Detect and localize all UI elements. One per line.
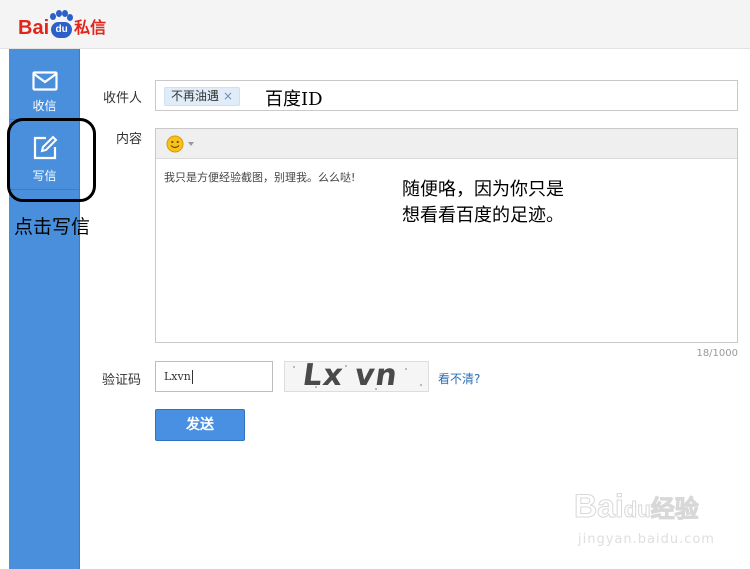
recipient-tag[interactable]: 不再油遇 × xyxy=(164,87,241,106)
logo-product-name: 私信 xyxy=(74,18,107,37)
envelope-icon xyxy=(32,71,58,91)
logo-du-text: du xyxy=(51,22,73,38)
captcha-input-value: Lxvn xyxy=(164,370,191,383)
logo-bai-text: Bai xyxy=(18,17,50,39)
content-editor[interactable]: 我只是方便经验截图，别理我。么么哒! xyxy=(155,128,738,343)
remove-recipient-icon[interactable]: × xyxy=(223,89,233,103)
sidebar-item-inbox[interactable]: 收信 xyxy=(9,49,80,119)
baidu-message-compose-page: Bai du 私信 收信 写信 点击写信 收件人 不再油遇 × 百度ID 内容 … xyxy=(0,0,750,569)
text-cursor xyxy=(191,370,193,384)
captcha-image-text: Lx vn xyxy=(300,361,401,392)
watermark-url: jingyan.baidu.com xyxy=(578,532,715,547)
watermark-du: du xyxy=(623,497,651,523)
emoji-picker-button[interactable] xyxy=(166,135,202,153)
annotation-body-line: 想看看百度的足迹。 xyxy=(402,205,564,226)
content-label: 内容 xyxy=(116,132,143,147)
baidu-sixin-logo[interactable]: Bai du 私信 xyxy=(18,6,106,40)
captcha-label: 验证码 xyxy=(102,373,142,388)
editor-toolbar xyxy=(156,129,737,159)
captcha-input[interactable]: Lxvn xyxy=(155,361,273,392)
watermark-bai: Bai xyxy=(574,488,625,525)
baidu-jingyan-watermark: Baidu经验 jingyan.baidu.com xyxy=(574,480,744,560)
baidu-paw-icon: du xyxy=(50,10,74,40)
annotation-click-compose: 点击写信 xyxy=(14,216,91,238)
watermark-product: 经验 xyxy=(650,495,699,524)
annotation-highlight-circle xyxy=(7,118,96,202)
header-bar: Bai du 私信 xyxy=(0,0,750,49)
captcha-refresh-link[interactable]: 看不清? xyxy=(438,370,480,387)
captcha-image[interactable]: Lx vn xyxy=(284,361,429,392)
recipient-tag-name: 不再油遇 xyxy=(171,89,220,103)
recipient-label: 收件人 xyxy=(103,91,143,106)
chevron-down-icon xyxy=(188,142,194,146)
annotation-body-line: 随便咯，因为你只是 xyxy=(402,179,564,200)
smiley-icon xyxy=(166,135,194,153)
annotation-body-note: 随便咯，因为你只是 想看看百度的足迹。 xyxy=(402,177,564,229)
sidebar-item-label: 收信 xyxy=(32,99,57,113)
annotation-baidu-id: 百度ID xyxy=(265,89,323,110)
message-body-text: 我只是方便经验截图，别理我。么么哒! xyxy=(164,171,356,184)
watermark-brand: Baidu经验 xyxy=(574,488,700,525)
recipient-input[interactable]: 不再油遇 × xyxy=(155,80,738,111)
send-button[interactable]: 发送 xyxy=(155,409,245,441)
char-counter: 18/1000 xyxy=(696,348,738,359)
